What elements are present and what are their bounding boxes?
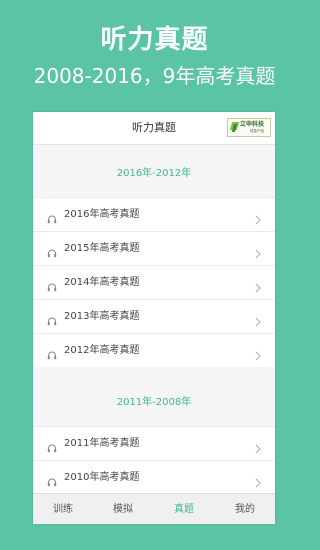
chevron-right-icon xyxy=(255,312,261,327)
headphone-icon xyxy=(47,472,57,487)
list-item[interactable]: 2014年高考真题 xyxy=(33,265,275,299)
chevron-right-icon xyxy=(255,210,261,225)
headphone-icon xyxy=(47,243,57,258)
list-item[interactable]: 2013年高考真题 xyxy=(33,299,275,333)
section-list: 2016年高考真题 2015年高考真题 2014年高考真题 2013年高考真题 2012… xyxy=(33,197,275,367)
section-list: 2011年高考真题2010年高考真题2009年高考真题 xyxy=(33,426,275,493)
bottom-nav: 训练 模拟 真题 我的 xyxy=(33,493,275,524)
headphone-icon xyxy=(47,311,57,326)
tab-mine[interactable]: 我的 xyxy=(215,494,275,524)
logo-tagline: 信息产品 xyxy=(250,129,264,133)
chevron-right-icon xyxy=(255,244,261,259)
section-header: 2016年-2012年 xyxy=(33,151,275,197)
promo-title: 听力真题 xyxy=(100,25,209,55)
chevron-right-icon xyxy=(255,346,261,361)
promo-subtitle: 2008-2016，9年高考真题 xyxy=(33,64,276,88)
tab-training[interactable]: 训练 xyxy=(33,494,93,524)
list-item-label: 2012年高考真题 xyxy=(64,345,140,356)
list-item[interactable]: 2015年高考真题 xyxy=(33,231,275,265)
exam-list[interactable]: 2016年-2012年 2016年高考真题 2015年高考真题 2014年高考真题 2… xyxy=(33,145,275,493)
section-header: 2011年-2008年 xyxy=(33,380,275,426)
list-item-label: 2014年高考真题 xyxy=(64,277,140,288)
brand-logo: 立申科技 信息产品 xyxy=(227,118,271,137)
headphone-icon xyxy=(47,438,57,453)
list-item[interactable]: 2016年高考真题 xyxy=(33,197,275,231)
chevron-right-icon xyxy=(255,473,261,488)
logo-text: 立申科技 xyxy=(240,121,265,128)
list-item-label: 2010年高考真题 xyxy=(64,472,140,483)
list-item-label: 2016年高考真题 xyxy=(64,209,140,220)
chevron-right-icon xyxy=(255,278,261,293)
list-item-label: 2013年高考真题 xyxy=(64,311,140,322)
headphone-icon xyxy=(47,345,57,360)
list-item[interactable]: 2010年高考真题 xyxy=(33,460,275,493)
headphone-icon xyxy=(47,209,57,224)
app-header: 听力真题 立申科技 信息产品 xyxy=(33,112,275,145)
list-item[interactable]: 2011年高考真题 xyxy=(33,426,275,460)
list-item-label: 2011年高考真题 xyxy=(64,438,140,449)
phone-screen: 听力真题 立申科技 信息产品 2016年-2012年 2016年高考真题 2015… xyxy=(33,112,275,524)
tab-past-exams[interactable]: 真题 xyxy=(154,494,214,524)
chevron-right-icon xyxy=(255,439,261,454)
list-item[interactable]: 2012年高考真题 xyxy=(33,333,275,367)
list-item-label: 2015年高考真题 xyxy=(64,243,140,254)
headphone-icon xyxy=(47,277,57,292)
tab-mock[interactable]: 模拟 xyxy=(93,494,153,524)
